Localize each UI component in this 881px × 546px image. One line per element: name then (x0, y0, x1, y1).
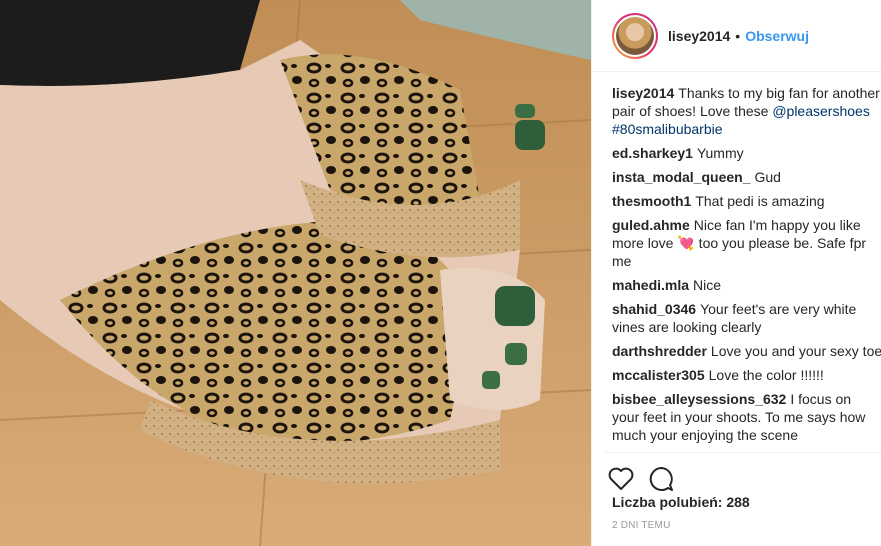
separator-dot: • (735, 27, 741, 44)
comment-username[interactable]: bisbee_alleysessions_632 (612, 391, 786, 407)
comment-username[interactable]: ed.sharkey1 (612, 145, 693, 161)
list-item: guled.ahme Nice fan I'm happy you like mo… (612, 216, 880, 270)
instagram-post: lisey2014 • Obserwuj lisey2014 Thanks to … (0, 0, 881, 546)
photo-illustration (0, 0, 591, 546)
hashtag-link[interactable]: #80smalibubarbie (612, 121, 723, 137)
likes-count[interactable]: Liczba polubień: 288 (612, 494, 750, 510)
comment-text: Love you and your sexy toes (710, 343, 881, 359)
comment-username[interactable]: insta_modal_queen_ (612, 169, 751, 185)
comment-text: Yummy (696, 145, 744, 161)
comment-username[interactable]: thesmooth1 (612, 193, 691, 209)
comment-text: That pedi is amazing (695, 193, 825, 209)
comment-text: Nice (693, 277, 722, 293)
mention-link[interactable]: @pleasershoes (772, 103, 870, 119)
heart-icon[interactable] (604, 462, 638, 496)
header-username[interactable]: lisey2014 (668, 28, 730, 44)
caption-username[interactable]: lisey2014 (612, 85, 674, 101)
follow-button[interactable]: Obserwuj (745, 28, 809, 44)
action-bar (604, 452, 881, 499)
list-item: ed.sharkey1 Yummy (612, 144, 880, 162)
post-header: lisey2014 • Obserwuj (592, 0, 881, 72)
comment-username[interactable]: mahedi.mla (612, 277, 689, 293)
post-timestamp: 2 DNI TEMU (612, 520, 671, 531)
post-photo[interactable] (0, 0, 591, 546)
comment-text: Gud (754, 169, 781, 185)
avatar-image (616, 16, 654, 55)
avatar[interactable] (612, 12, 658, 59)
list-item: insta_modal_queen_ Gud (612, 168, 880, 186)
list-item: mccalister305 Love the color !!!!!! (612, 366, 880, 384)
comment-username[interactable]: mccalister305 (612, 367, 705, 383)
list-item: shahid_0346 Your feet's are very white vi… (612, 300, 880, 336)
comment-bubble-icon[interactable] (644, 462, 678, 496)
comment-username[interactable]: darthshredder (612, 343, 707, 359)
comment-text: Love the color !!!!!! (708, 367, 824, 383)
comment-username[interactable]: shahid_0346 (612, 301, 696, 317)
list-item: thesmooth1 That pedi is amazing (612, 192, 880, 210)
list-item: darthshredder Love you and your sexy toes (612, 342, 881, 360)
caption: lisey2014 Thanks to my big fan for anothe… (612, 84, 880, 138)
post-sidebar: lisey2014 • Obserwuj lisey2014 Thanks to … (591, 0, 881, 546)
comments-list: lisey2014 Thanks to my big fan for anothe… (592, 72, 881, 444)
list-item: bisbee_alleysessions_632 I focus on your … (612, 390, 880, 444)
avatar-ring (614, 14, 656, 57)
list-item: mahedi.mla Nice (612, 276, 880, 294)
comment-username[interactable]: guled.ahme (612, 217, 690, 233)
